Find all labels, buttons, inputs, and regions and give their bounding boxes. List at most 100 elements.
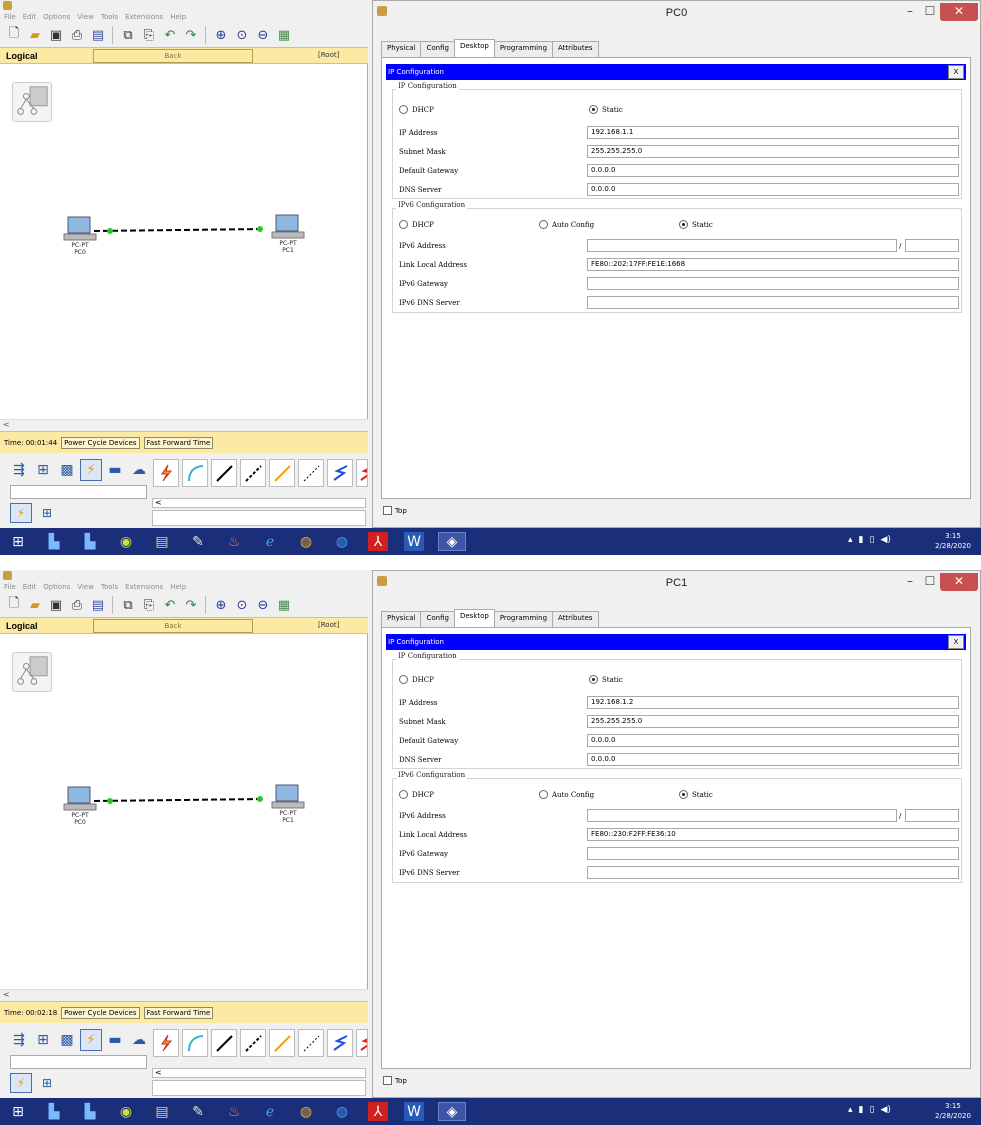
paste-icon[interactable]: ⎘ <box>140 26 158 44</box>
ipv4-dhcp-dot[interactable] <box>399 675 408 684</box>
minimize-button[interactable]: – <box>900 3 920 21</box>
maximize-button[interactable]: ☐ <box>920 3 940 21</box>
ipv6-static-dot[interactable] <box>679 790 688 799</box>
phone-cable-icon[interactable] <box>298 1029 324 1057</box>
ipv6-auto-config-radio[interactable]: Auto Config <box>539 790 594 799</box>
device-search-field[interactable] <box>10 485 147 499</box>
serial-dte-icon[interactable] <box>356 1029 368 1057</box>
paint-icon[interactable]: ✎ <box>188 1102 208 1121</box>
packet-tracer-icon[interactable]: ◈ <box>438 1102 466 1121</box>
auto-connection-icon[interactable] <box>153 1029 179 1057</box>
palette-icon[interactable]: ▦ <box>275 26 293 44</box>
menu-file[interactable]: File <box>4 13 16 21</box>
files-icon[interactable]: ▤ <box>152 532 172 551</box>
explorer-icon[interactable]: ▙ <box>44 532 64 551</box>
ip-address-field[interactable]: 192.168.1.1 <box>587 126 959 139</box>
connections-scrollbar[interactable]: < <box>152 1068 366 1078</box>
straight-through-icon[interactable] <box>211 459 237 487</box>
ipv4-dhcp-radio[interactable]: DHCP <box>399 105 434 114</box>
menu-edit[interactable]: Edit <box>23 13 37 21</box>
network-icon[interactable]: ▮ <box>859 535 864 545</box>
ipv6-prefix-field[interactable] <box>905 809 959 822</box>
grid-icon[interactable]: ⊞ <box>36 1073 58 1093</box>
serial-dce-icon[interactable] <box>327 1029 353 1057</box>
default-gateway-field[interactable]: 0.0.0.0 <box>587 164 959 177</box>
ipv6-auto-config-radio[interactable]: Auto Config <box>539 220 594 229</box>
menu-options[interactable]: Options <box>43 583 70 591</box>
zoom-in-icon[interactable]: ⊕ <box>212 596 230 614</box>
selected-connection-icon[interactable]: ⚡ <box>10 1073 32 1093</box>
connections-icon[interactable]: ⚡ <box>80 459 102 481</box>
fast-forward-button[interactable]: Fast Forward Time <box>143 1006 214 1019</box>
end-devices-icon[interactable]: ⊞ <box>32 1029 54 1051</box>
ie-icon[interactable]: ℯ <box>260 532 280 551</box>
logical-workspace[interactable]: PC-PT PC0 PC-PT PC1 <box>0 64 368 419</box>
auto-connection-icon[interactable] <box>153 459 179 487</box>
top-checkbox-box[interactable] <box>383 1076 392 1085</box>
ipv4-static-radio[interactable]: Static <box>589 675 623 684</box>
misc-icon[interactable]: ▬ <box>104 459 126 481</box>
ie-icon[interactable]: ℯ <box>260 1102 280 1121</box>
serial-dce-icon[interactable] <box>327 459 353 487</box>
chrome-icon[interactable]: ◍ <box>296 1102 316 1121</box>
wizard-icon[interactable]: ▤ <box>89 596 107 614</box>
ipconfig-close-button[interactable]: X <box>948 635 964 649</box>
battery-icon[interactable]: ▯ <box>869 535 874 545</box>
wizard-icon[interactable]: ▤ <box>89 26 107 44</box>
tab-desktop[interactable]: Desktop <box>453 39 495 57</box>
tab-config[interactable]: Config <box>420 41 455 57</box>
fiber-icon[interactable] <box>269 1029 295 1057</box>
fast-forward-button[interactable]: Fast Forward Time <box>143 436 214 449</box>
volume-icon[interactable]: ◀) <box>880 1105 890 1115</box>
pc0-node[interactable]: PC-PT PC0 <box>60 216 100 256</box>
tab-config[interactable]: Config <box>420 611 455 627</box>
ipv6-dhcp-radio[interactable]: DHCP <box>399 220 434 229</box>
ethernet-link[interactable] <box>0 64 368 419</box>
copy-icon[interactable]: ⧉ <box>119 596 137 614</box>
battery-icon[interactable]: ▯ <box>869 1105 874 1115</box>
word-icon[interactable]: W <box>404 532 424 551</box>
window-titlebar[interactable]: PC0 – ☐ ✕ <box>373 1 980 29</box>
crossover-icon[interactable] <box>240 1029 266 1057</box>
new-icon[interactable]: 🗋 <box>5 596 23 614</box>
components-icon[interactable]: ▩ <box>56 1029 78 1051</box>
top-checkbox[interactable]: Top <box>383 506 407 515</box>
network-devices-icon[interactable]: ⇶ <box>8 459 30 481</box>
dns-server-field[interactable]: 0.0.0.0 <box>587 753 959 766</box>
menu-help[interactable]: Help <box>170 583 186 591</box>
minimize-button[interactable]: – <box>900 573 920 591</box>
ipv6-prefix-field[interactable] <box>905 239 959 252</box>
print-icon[interactable]: ⎙ <box>68 596 86 614</box>
serial-dte-icon[interactable] <box>356 459 368 487</box>
ethernet-link[interactable] <box>0 634 368 989</box>
misc-icon[interactable]: ▬ <box>104 1029 126 1051</box>
ipv4-dhcp-dot[interactable] <box>399 105 408 114</box>
logical-workspace[interactable]: PC-PT PC0 PC-PT PC1 <box>0 634 368 989</box>
window-titlebar[interactable]: PC1 – ☐ ✕ <box>373 571 980 599</box>
close-window-button[interactable]: ✕ <box>940 573 978 591</box>
start-icon[interactable]: ⊞ <box>8 1102 28 1121</box>
ipv6-dns-field[interactable] <box>587 866 959 879</box>
pc0-node[interactable]: PC-PT PC0 <box>60 786 100 826</box>
ipv6-gateway-field[interactable] <box>587 847 959 860</box>
network-devices-icon[interactable]: ⇶ <box>8 1029 30 1051</box>
java-icon[interactable]: ♨ <box>224 532 244 551</box>
ipv6-auto-config-dot[interactable] <box>539 220 548 229</box>
default-gateway-field[interactable]: 0.0.0.0 <box>587 734 959 747</box>
ipv6-dhcp-dot[interactable] <box>399 790 408 799</box>
chrome-icon[interactable]: ◍ <box>296 532 316 551</box>
close-window-button[interactable]: ✕ <box>940 3 978 21</box>
menu-tools[interactable]: Tools <box>101 583 118 591</box>
paste-icon[interactable]: ⎘ <box>140 596 158 614</box>
cloud-icon[interactable]: ☁ <box>128 1029 150 1051</box>
crossover-icon[interactable] <box>240 459 266 487</box>
ipv4-static-dot[interactable] <box>589 675 598 684</box>
zoom-reset-icon[interactable]: ⊙ <box>233 596 251 614</box>
top-checkbox-box[interactable] <box>383 506 392 515</box>
dns-server-field[interactable]: 0.0.0.0 <box>587 183 959 196</box>
tab-attributes[interactable]: Attributes <box>552 611 599 627</box>
cloud-icon[interactable]: ☁ <box>128 459 150 481</box>
ipv6-dns-field[interactable] <box>587 296 959 309</box>
tab-physical[interactable]: Physical <box>381 41 422 57</box>
redo-icon[interactable]: ↷ <box>182 596 200 614</box>
